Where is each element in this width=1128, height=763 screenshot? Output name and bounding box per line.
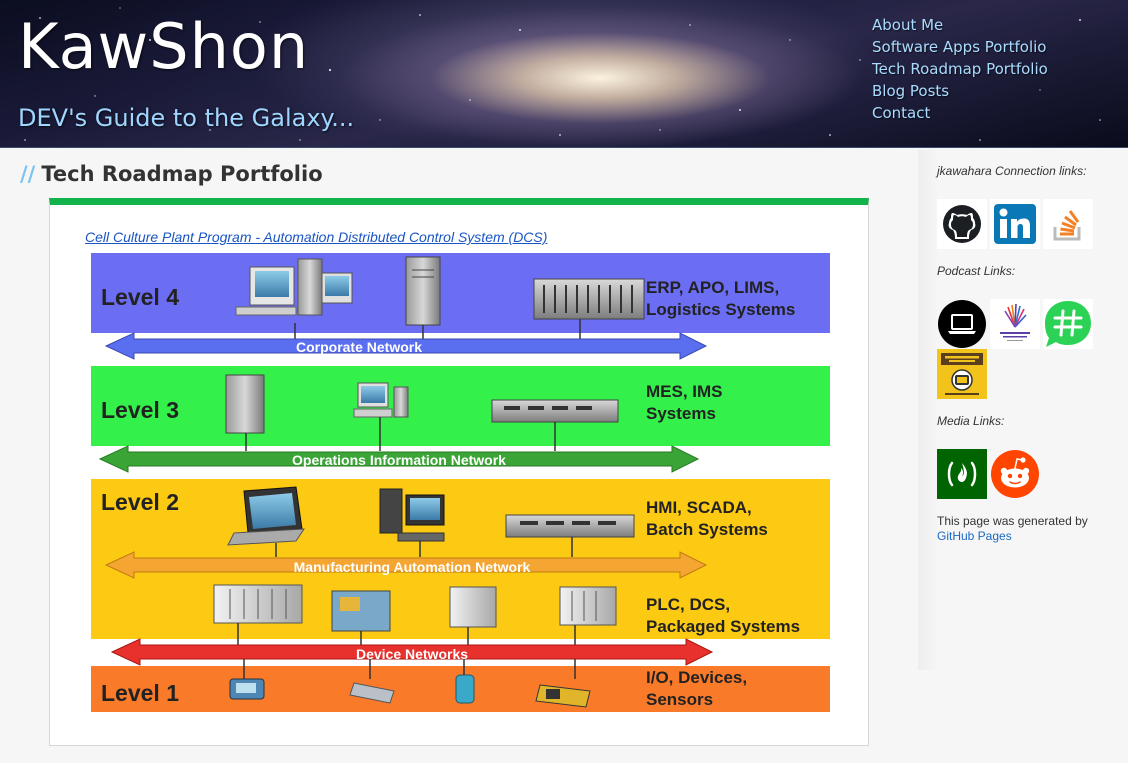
level-3-systems-line-1: MES, IMS bbox=[646, 382, 723, 401]
level-2-label: Level 2 bbox=[101, 489, 179, 515]
level-3-band bbox=[91, 366, 830, 446]
nav-link-about-me[interactable]: About Me bbox=[872, 16, 943, 34]
level-1-systems-line-1: I/O, Devices, bbox=[646, 668, 747, 687]
greenhorn-podcast-icon[interactable] bbox=[1043, 299, 1093, 349]
javascript-jabber-icon[interactable] bbox=[937, 349, 987, 399]
nav-link-software-apps-portfolio[interactable]: Software Apps Portfolio bbox=[872, 38, 1047, 56]
site-header: KawShon DEV's Guide to the Galaxy... Abo… bbox=[0, 0, 1128, 148]
level-3-systems-line-2: Systems bbox=[646, 404, 716, 423]
nav-link-contact[interactable]: Contact bbox=[872, 104, 930, 122]
freecodecamp-icon[interactable] bbox=[937, 449, 987, 499]
dcs-architecture-diagram: Level 4 ERP, APO, LIMS, Logistics System… bbox=[91, 253, 830, 712]
plc-systems-line-1: PLC, DCS, bbox=[646, 595, 730, 614]
sidebar: jkawahara Connection links: Podcast Link… bbox=[918, 150, 1128, 670]
site-title[interactable]: KawShon bbox=[18, 10, 309, 83]
level-3-label: Level 3 bbox=[101, 397, 179, 423]
github-pages-link[interactable]: GitHub Pages bbox=[937, 529, 1117, 544]
generated-by-text: This page was generated by bbox=[937, 514, 1088, 528]
top-navigation: About Me Software Apps Portfolio Tech Ro… bbox=[872, 16, 1048, 126]
level-4-systems-line-1: ERP, APO, LIMS, bbox=[646, 278, 779, 297]
nav-link-blog-posts[interactable]: Blog Posts bbox=[872, 82, 949, 100]
page-title: //Tech Roadmap Portfolio bbox=[20, 162, 323, 186]
nav-link-tech-roadmap-portfolio[interactable]: Tech Roadmap Portfolio bbox=[872, 60, 1048, 78]
podcast-links-label: Podcast Links: bbox=[937, 264, 1016, 278]
level-4-label: Level 4 bbox=[101, 284, 179, 310]
level-2-systems-line-1: HMI, SCADA, bbox=[646, 498, 752, 517]
content-card: Cell Culture Plant Program - Automation … bbox=[49, 198, 869, 746]
screaming-in-the-cloud-icon[interactable] bbox=[990, 299, 1040, 349]
level-2-systems-line-2: Batch Systems bbox=[646, 520, 768, 539]
corporate-network-label: Corporate Network bbox=[296, 339, 422, 355]
site-tagline: DEV's Guide to the Galaxy... bbox=[18, 104, 355, 132]
diagram-link[interactable]: Cell Culture Plant Program - Automation … bbox=[85, 229, 547, 245]
github-icon[interactable] bbox=[937, 199, 987, 249]
connection-links-label: jkawahara Connection links: bbox=[937, 164, 1087, 178]
level-1-label: Level 1 bbox=[101, 680, 179, 706]
laptop-podcast-icon[interactable] bbox=[937, 299, 987, 349]
sidebar-footer: This page was generated by GitHub Pages bbox=[937, 514, 1117, 544]
linkedin-icon[interactable] bbox=[990, 199, 1040, 249]
level-1-systems-line-2: Sensors bbox=[646, 690, 713, 709]
heading-slashes: // bbox=[20, 162, 36, 186]
page-title-text: Tech Roadmap Portfolio bbox=[41, 162, 323, 186]
plc-systems-line-2: Packaged Systems bbox=[646, 617, 800, 636]
device-network-label: Device Networks bbox=[356, 646, 468, 662]
manufacturing-network-label: Manufacturing Automation Network bbox=[294, 559, 531, 575]
stackoverflow-icon[interactable] bbox=[1043, 199, 1093, 249]
level-4-systems-line-2: Logistics Systems bbox=[646, 300, 795, 319]
media-links-label: Media Links: bbox=[937, 414, 1005, 428]
operations-network-label: Operations Information Network bbox=[292, 452, 506, 468]
reddit-icon[interactable] bbox=[990, 449, 1040, 499]
